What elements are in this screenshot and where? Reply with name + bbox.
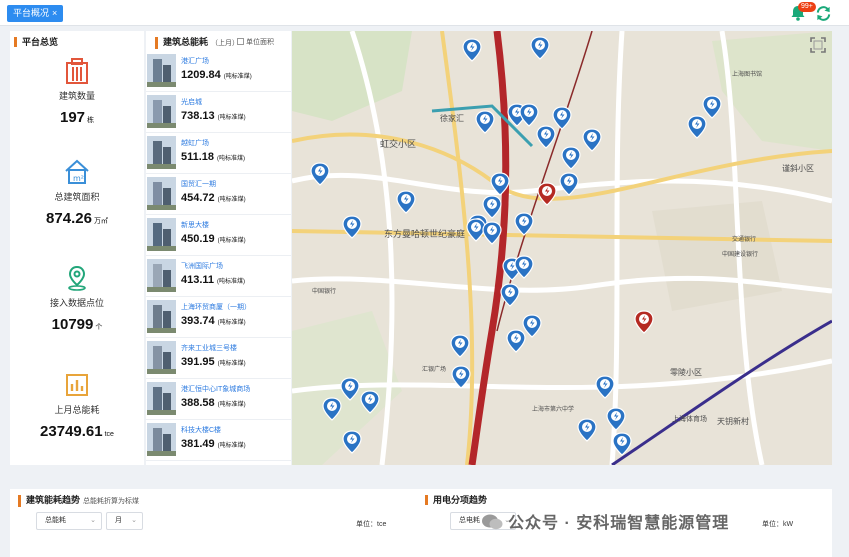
metric-select[interactable]: 总能耗 ⌄ [36,512,102,530]
period-select[interactable]: 月 ⌄ [106,512,143,530]
building-list-item[interactable]: 新思大楼 450.19 (吨标准煤) [146,215,291,256]
energy-title: 建筑总能耗 （上月） [155,37,239,49]
stat-label: 建筑数量 [58,91,95,101]
stat-value: 874.26 万㎡ [46,210,108,227]
map-place-label: 交通银行 [732,235,756,243]
map-place-label: 谨斜小区 [782,163,814,173]
stat-label: 上月总能耗 [54,405,100,415]
building-thumbnail [147,382,176,415]
building-list-item[interactable]: 齐来工业城三号楼 391.95 (吨标准煤) [146,338,291,379]
stat-total-area: m² 总建筑面积 874.26 万㎡ [10,158,144,227]
tab-platform-overview[interactable]: 平台概况 × [7,5,64,22]
building-energy-panel: 建筑总能耗 （上月） 单位面积 港汇广场 1209.84 (吨标准煤) 光启城 738.1… [146,31,291,465]
building-list-item[interactable]: 飞洲国际广场 413.11 (吨标准煤) [146,256,291,297]
building-thumbnail [147,54,176,87]
top-bar: 平台概况 × 99+ [0,0,849,26]
building-energy-value: 738.13 (吨标准煤) [181,110,246,122]
building-energy-value: 511.18 (吨标准煤) [181,151,246,163]
building-energy-value: 391.95 (吨标准煤) [181,356,246,368]
map-place-label: 中国建设银行 [722,250,758,258]
stat-value: 197 栋 [59,109,95,126]
building-energy-value: 413.11 (吨标准煤) [181,274,246,286]
map-block [652,201,782,311]
building-thumbnail [147,259,176,292]
map-place-label: 虹交小区 [380,138,416,149]
building-name: 港汇恒中心IT象城商场 [181,386,251,393]
building-energy-value: 450.19 (吨标准煤) [181,233,246,245]
fullscreen-icon[interactable] [810,37,826,53]
platform-overview-panel: 平台总览 建筑数量 197 栋 m² 总建筑面积 874.26 万㎡ 接入数据点位 … [10,31,144,465]
map-place-label: 上海市第六中学 [532,405,574,413]
building-name: 光启城 [181,99,202,106]
building-thumbnail [147,95,176,128]
building-list: 港汇广场 1209.84 (吨标准煤) 光启城 738.13 (吨标准煤) 越虹广场 511.… [146,51,291,461]
building-name: 港汇广场 [181,58,209,65]
map-view[interactable]: 虹交小区东方曼哈顿世纪豪庭 徐家汇谨斜小区零陵小区上海体育场 天钥新村 上海图书馆中国… [292,31,832,465]
usage-title: 用电分项趋势 [425,495,487,505]
area-house-icon: m² [65,159,89,184]
building-list-item[interactable]: 光启城 738.13 (吨标准煤) [146,92,291,133]
building-list-item[interactable]: 上海环贸商厦（一期） 393.74 (吨标准煤) [146,297,291,338]
building-energy-value: 388.58 (吨标准煤) [181,397,246,409]
building-name: 国贸汇一期 [181,181,216,188]
stat-monthly-energy: 上月总能耗 23749.61 tce [10,371,144,440]
building-name: 上海环贸商厦（一期） [181,304,251,311]
building-energy-value: 454.72 (吨标准煤) [181,192,246,204]
unit-area-checkbox[interactable]: 单位面积 [237,37,274,47]
building-list-item[interactable]: 国贸汇一期 454.72 (吨标准煤) [146,174,291,215]
building-name: 齐来工业城三号楼 [181,345,237,352]
usage-unit: 单位：kW [762,521,794,528]
overview-title: 平台总览 [14,37,58,47]
building-thumbnail [147,218,176,251]
stat-label: 接入数据点位 [49,298,104,308]
map-place-label: 上海图书馆 [732,70,762,78]
checkbox-box[interactable] [237,38,244,45]
stat-data-points: 接入数据点位 10799 个 [10,264,144,333]
building-name: 科技大楼C楼 [181,427,222,434]
chevron-down-icon: ⌄ [131,517,137,524]
map-place-label: 中国银行 [312,287,336,295]
trend-title: 建筑能耗趋势 总能耗折算为标煤 [18,495,139,507]
building-name: 越虹广场 [181,140,209,147]
building-name: 新思大楼 [181,222,209,229]
stat-value: 23749.61 tce [40,423,114,440]
building-name: 飞洲国际广场 [181,263,223,270]
map-place-label: 天钥新村 [717,416,749,426]
trend-unit: 单位：tce [356,521,387,528]
tab-close-icon[interactable]: × [52,8,57,18]
building-list-item[interactable]: 科技大楼C楼 381.49 (吨标准煤) [146,420,291,461]
building-energy-value: 393.74 (吨标准煤) [181,315,246,327]
building-icon [66,58,88,84]
stat-building-count: 建筑数量 197 栋 [10,57,144,126]
map-place-label: 东方曼哈顿世纪豪庭 [384,228,465,239]
watermark: 公众号 · 安科瑞智慧能源管理 [481,509,729,533]
building-list-item[interactable]: 港汇恒中心IT象城商场 388.58 (吨标准煤) [146,379,291,420]
building-thumbnail [147,423,176,456]
building-list-item[interactable]: 港汇广场 1209.84 (吨标准煤) [146,51,291,92]
tab-label: 平台概况 [13,8,50,18]
building-energy-value: 381.49 (吨标准煤) [181,438,246,450]
building-thumbnail [147,341,176,374]
map-place-label: 零陵小区 [670,368,702,377]
stat-label: 总建筑面积 [54,192,100,202]
stat-value: 10799 个 [51,316,103,333]
location-pin-icon [68,265,86,291]
building-thumbnail [147,177,176,210]
svg-text:m²: m² [73,174,84,183]
chevron-down-icon: ⌄ [90,517,96,524]
map-place-label: 汇银广场 [422,365,446,373]
notification-badge: 99+ [798,2,816,12]
wechat-icon [482,514,503,530]
map-place-label: 徐家汇 [440,113,464,123]
checkbox-label: 单位面积 [246,39,274,46]
building-thumbnail [147,300,176,333]
building-thumbnail [147,136,176,169]
refresh-icon[interactable] [815,5,832,22]
bar-chart-icon [66,374,88,396]
map-canvas[interactable]: 虹交小区东方曼哈顿世纪豪庭 徐家汇谨斜小区零陵小区上海体育场 天钥新村 上海图书馆中国… [292,31,832,465]
building-energy-value: 1209.84 (吨标准煤) [181,69,252,81]
building-list-item[interactable]: 越虹广场 511.18 (吨标准煤) [146,133,291,174]
map-place-label: 上海体育场 [672,414,707,423]
